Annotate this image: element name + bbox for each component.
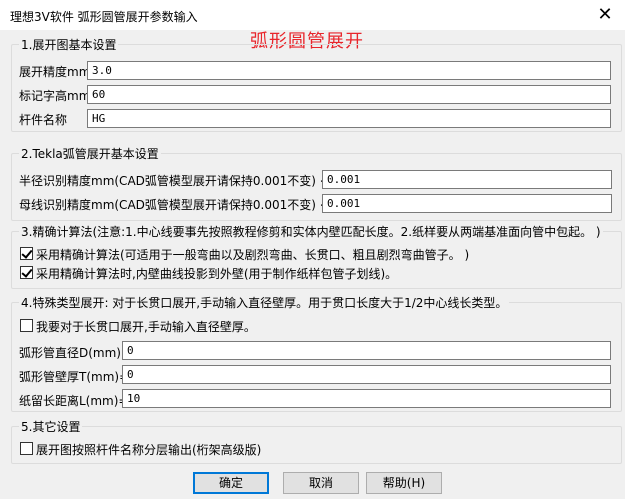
reserve-length-input[interactable]: 10 [122, 389, 611, 408]
section-legend: 1.展开图基本设置 [19, 36, 119, 53]
reserve-length-label: 纸留长距离L(mm)= [19, 394, 129, 408]
radius-precision-label: 半径识别精度mm(CAD弧管模型展开请保持0.001不变) < [19, 174, 330, 188]
project-inner-wall-label[interactable]: 采用精确计算法时,内壁曲线投影到外壁(用于制作纸样包管子划线)。 [36, 265, 397, 282]
close-icon[interactable]: ✕ [593, 3, 617, 27]
precise-calc-checkbox[interactable] [20, 247, 33, 260]
radius-precision-input[interactable]: 0.001 [322, 170, 612, 189]
section-legend: 4.特殊类型展开: 对于长贯口展开,手动输入直径壁厚。用于贯口长度大于1/2中心… [19, 294, 510, 311]
cancel-button[interactable]: 取消 [283, 472, 359, 494]
precision-label: 展开精度mm [19, 65, 91, 79]
layer-output-checkbox[interactable] [20, 442, 33, 455]
window-title: 理想3V软件 弧形圆管展开参数输入 [10, 10, 198, 24]
diameter-label: 弧形管直径D(mm)= [19, 346, 132, 360]
text-height-input[interactable]: 60 [87, 85, 611, 104]
project-inner-wall-checkbox[interactable] [20, 266, 33, 279]
precise-calc-label[interactable]: 采用精确计算法(可适用于一般弯曲以及剧烈弯曲、长贯口、粗且剧烈弯曲管子。 ) [36, 246, 469, 263]
ok-button[interactable]: 确定 [193, 472, 269, 494]
thickness-input[interactable]: 0 [122, 365, 611, 384]
help-button[interactable]: 帮助(H) [366, 472, 442, 494]
bus-precision-label: 母线识别精度mm(CAD弧管模型展开请保持0.001不变) < [19, 198, 330, 212]
section-legend: 3.精确计算法(注意:1.中心线要事先按照教程修剪和实体内壁匹配长度。2.纸样要… [19, 223, 603, 240]
layer-output-label[interactable]: 展开图按照杆件名称分层输出(桁架高级版) [36, 441, 261, 458]
title-bar: 理想3V软件 弧形圆管展开参数输入 ✕ [0, 0, 625, 30]
long-opening-label[interactable]: 我要对于长贯口展开,手动输入直径壁厚。 [36, 318, 256, 335]
precision-input[interactable]: 3.0 [87, 61, 611, 80]
bus-precision-input[interactable]: 0.001 [322, 194, 612, 213]
section-legend: 5.其它设置 [19, 418, 83, 435]
text-height-label: 标记字高mm [19, 89, 91, 103]
thickness-label: 弧形管壁厚T(mm)= [19, 370, 130, 384]
section-legend: 2.Tekla弧管展开基本设置 [19, 145, 161, 162]
long-opening-checkbox[interactable] [20, 319, 33, 332]
diameter-input[interactable]: 0 [122, 341, 611, 360]
member-name-label: 杆件名称 [19, 113, 68, 127]
member-name-input[interactable]: HG [87, 109, 611, 128]
